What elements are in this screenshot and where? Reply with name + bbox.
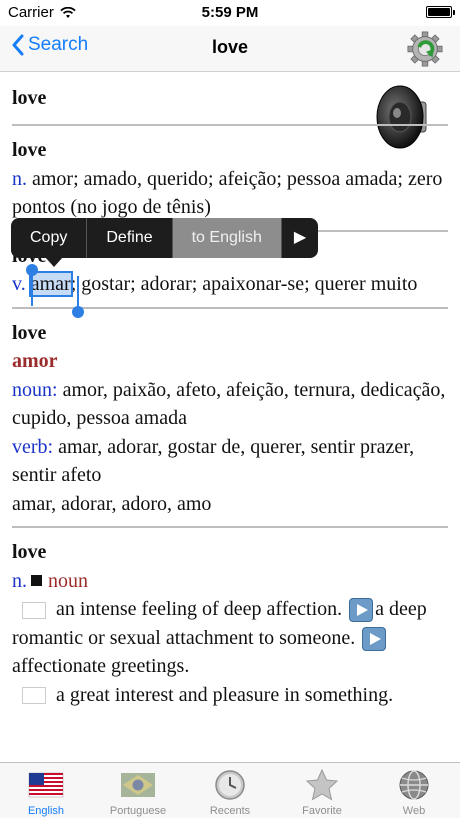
part-of-speech-pt: noun (48, 569, 88, 592)
definition: n. amor; amado, querido; afeição; pessoa… (12, 165, 448, 222)
entry-english-definition: love n. noun an intense feeling of deep a… (12, 528, 448, 717)
noun-translations: noun: amor, paixão, afeto, afeição, tern… (12, 376, 448, 433)
dictionary-content[interactable]: love love n. amor; amado, querido; afeiç… (0, 72, 460, 762)
tab-label: English (27, 805, 65, 817)
part-of-speech: n. (12, 167, 27, 190)
part-of-speech: v. (12, 273, 26, 295)
definition-1: an intense feeling of deep affection. a … (12, 595, 448, 681)
tab-english[interactable]: English (0, 763, 92, 818)
play-icon[interactable] (362, 626, 387, 651)
verb-text: amar, adorar, gostar de, querer, sentir … (12, 435, 415, 487)
headword: love (12, 139, 47, 161)
bullet-square-icon (31, 575, 42, 587)
headword: love (12, 321, 47, 344)
tab-favorite[interactable]: Favorite (276, 763, 368, 818)
status-bar: Carrier 5:59 PM (0, 0, 460, 26)
selected-text[interactable]: amar (28, 271, 73, 297)
to-english-menu-item[interactable]: to English (172, 218, 282, 258)
star-icon (305, 769, 339, 801)
play-icon[interactable] (349, 598, 374, 623)
verb-label: verb: (12, 435, 54, 458)
headword: love (12, 541, 47, 563)
noun-text: amor, paixão, afeto, afeição, ternura, d… (12, 378, 446, 430)
entry-basic-translation: love n. amor; amado, querido; afeição; p… (12, 126, 448, 232)
define-menu-item[interactable]: Define (87, 218, 173, 258)
entry-headword: love (12, 72, 448, 126)
selection-end-handle[interactable] (72, 276, 84, 318)
tab-label: Portuguese (109, 805, 167, 817)
gear-refresh-icon[interactable] (406, 30, 444, 68)
tab-label: Recents (209, 805, 251, 817)
selection-start-handle[interactable] (26, 264, 38, 306)
headword: love (12, 87, 47, 109)
definition-checkbox[interactable] (22, 601, 46, 619)
us-flag-icon (28, 772, 64, 798)
more-menu-item[interactable]: ▶ (282, 218, 318, 258)
page-title: love (211, 37, 249, 57)
definition-1c: affectionate greetings. (12, 655, 190, 677)
tab-label: Favorite (302, 805, 342, 817)
verb-translations: verb: amar, adorar, gostar de, querer, s… (12, 433, 448, 490)
menu-pointer (45, 257, 63, 267)
copy-menu-item[interactable]: Copy (11, 218, 88, 258)
translation-word: amor (12, 350, 58, 372)
edit-menu: Copy Define to English ▶ (11, 218, 319, 267)
tab-label: Web (402, 805, 426, 817)
definition-2-text: a great interest and pleasure in somethi… (56, 683, 394, 706)
tab-web[interactable]: Web (368, 763, 460, 818)
noun-label: noun: (12, 378, 58, 401)
definition-2: a great interest and pleasure in somethi… (12, 681, 448, 710)
battery-icon (426, 6, 455, 18)
extra-forms: amar, adorar, adoro, amo (12, 492, 212, 515)
definition-1a: an intense feeling of deep affection. (56, 598, 343, 620)
tab-recents[interactable]: Recents (184, 763, 276, 818)
definition-checkbox[interactable] (22, 687, 46, 705)
pos-line: n. noun (12, 567, 448, 596)
globe-icon (399, 770, 429, 800)
entry-detailed-translation: love amor noun: amor, paixão, afeto, afe… (12, 309, 448, 528)
navigation-bar: Search love (0, 26, 460, 72)
status-time: 5:59 PM (201, 4, 259, 21)
clock-icon (215, 770, 245, 800)
definition-text: ; gostar; adorar; apaixonar-se; querer m… (70, 273, 418, 295)
tab-bar: English Portuguese Recents Favorite Web (0, 762, 460, 818)
part-of-speech: n. (12, 569, 27, 592)
brazil-flag-icon (121, 773, 155, 797)
tab-portuguese[interactable]: Portuguese (92, 763, 184, 818)
definition-text: amor; amado, querido; afeição; pessoa am… (12, 167, 443, 219)
